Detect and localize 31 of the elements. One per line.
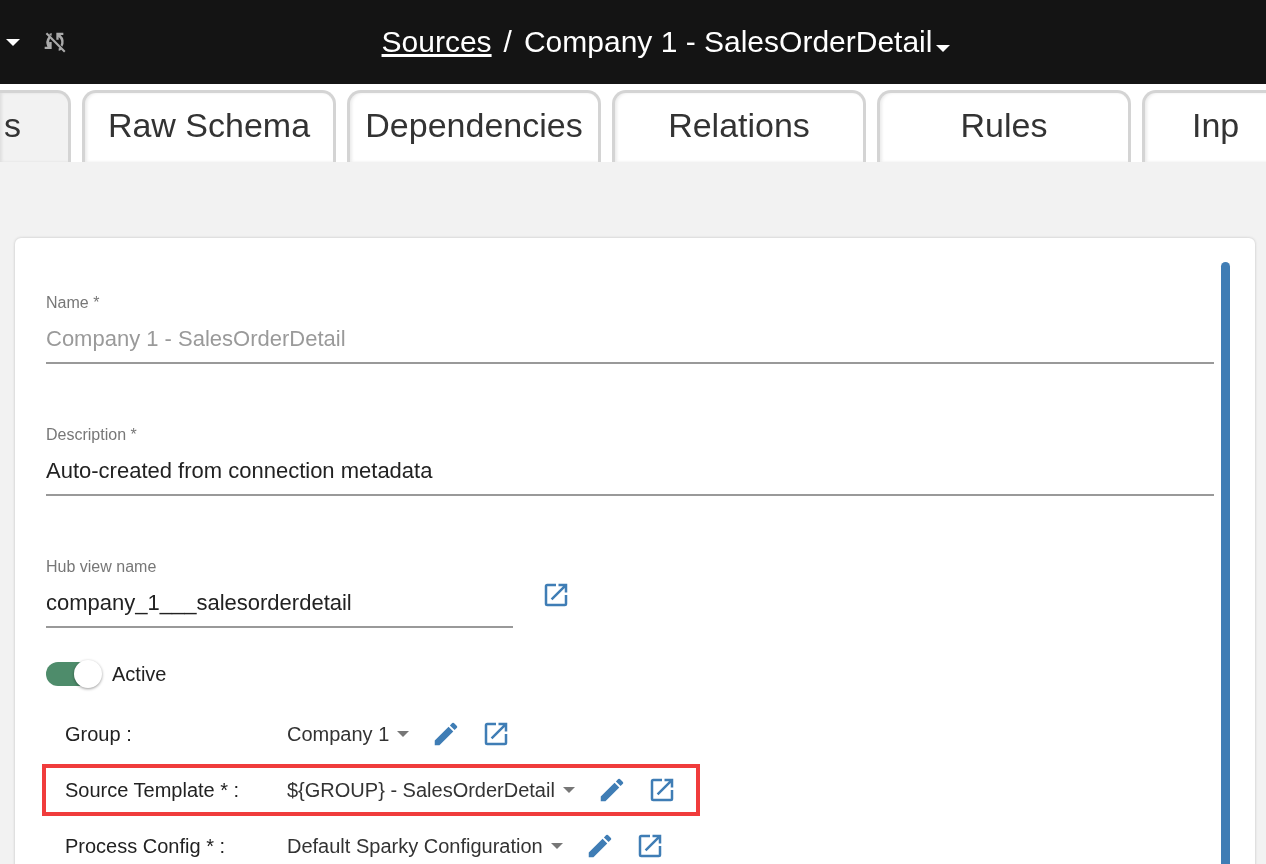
active-toggle[interactable] <box>46 662 100 686</box>
setting-dropdown[interactable]: ${GROUP} - SalesOrderDetail <box>287 778 575 802</box>
active-label: Active <box>112 662 167 686</box>
tab[interactable]: Dependencies <box>347 90 601 162</box>
page-title[interactable]: Company 1 - SalesOrderDetail <box>523 25 933 59</box>
tab[interactable]: s <box>0 90 71 162</box>
setting-dropdown[interactable]: Company 1 <box>287 722 410 746</box>
field-label: Description * <box>46 426 138 444</box>
setting-label: Process Config * : <box>65 834 227 858</box>
caret-icon <box>550 843 563 849</box>
field-value: Company 1 - SalesOrderDetail <box>46 326 347 352</box>
setting-label: Group : <box>65 722 133 746</box>
field-value: Auto-created from connection metadata <box>46 458 434 484</box>
field-value: company_1___salesorderdetail <box>46 590 353 616</box>
tab[interactable]: Raw Schema <box>82 90 336 162</box>
caret-icon <box>6 38 20 46</box>
caret-icon <box>936 45 951 52</box>
caret-icon <box>397 731 410 737</box>
tab[interactable]: Inp <box>1142 90 1266 162</box>
setting-label: Source Template * : <box>65 778 241 802</box>
toggle-thumb[interactable] <box>74 660 102 688</box>
setting-dropdown[interactable]: Default Sparky Configuration <box>287 834 563 858</box>
tab[interactable]: Rules <box>877 90 1131 162</box>
field-label: Hub view name <box>46 558 158 576</box>
tab[interactable]: Relations <box>612 90 866 162</box>
sources-link[interactable]: Sources <box>381 25 492 59</box>
breadcrumb-separator: / <box>503 25 512 59</box>
caret-icon <box>562 787 575 793</box>
input-field[interactable]: Hub view name company_1___salesorderdetail <box>46 558 513 628</box>
field-label: Name * <box>46 294 101 312</box>
input-field[interactable]: Description * Auto-created from connection metadata <box>46 426 1214 496</box>
